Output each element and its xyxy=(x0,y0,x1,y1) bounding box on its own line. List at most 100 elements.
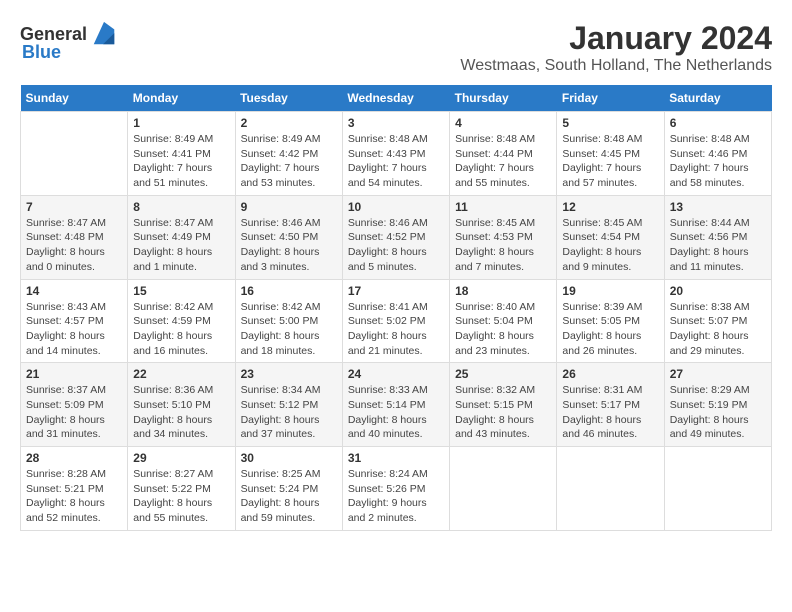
calendar-cell: 15 Sunrise: 8:42 AM Sunset: 4:59 PM Dayli… xyxy=(128,279,235,363)
calendar-cell: 25 Sunrise: 8:32 AM Sunset: 5:15 PM Dayli… xyxy=(450,363,557,447)
week-row-4: 21 Sunrise: 8:37 AM Sunset: 5:09 PM Dayli… xyxy=(21,363,772,447)
calendar-cell: 11 Sunrise: 8:45 AM Sunset: 4:53 PM Dayli… xyxy=(450,195,557,279)
calendar-cell: 28 Sunrise: 8:28 AM Sunset: 5:21 PM Dayli… xyxy=(21,447,128,531)
day-number: 1 xyxy=(133,116,229,130)
calendar-cell xyxy=(664,447,771,531)
calendar-cell: 16 Sunrise: 8:42 AM Sunset: 5:00 PM Dayli… xyxy=(235,279,342,363)
day-info: Sunrise: 8:24 AM Sunset: 5:26 PM Dayligh… xyxy=(348,467,444,526)
day-info: Sunrise: 8:36 AM Sunset: 5:10 PM Dayligh… xyxy=(133,383,229,442)
calendar-cell: 31 Sunrise: 8:24 AM Sunset: 5:26 PM Dayli… xyxy=(342,447,449,531)
calendar-cell: 27 Sunrise: 8:29 AM Sunset: 5:19 PM Dayli… xyxy=(664,363,771,447)
day-info: Sunrise: 8:37 AM Sunset: 5:09 PM Dayligh… xyxy=(26,383,122,442)
calendar-cell: 29Sunrise: 8:27 AM Sunset: 5:22 PM Dayli… xyxy=(128,447,235,531)
day-number: 11 xyxy=(455,200,551,214)
day-info: Sunrise: 8:42 AM Sunset: 5:00 PM Dayligh… xyxy=(241,300,337,359)
day-info: Sunrise: 8:27 AM Sunset: 5:22 PM Dayligh… xyxy=(133,467,229,526)
day-number: 22 xyxy=(133,367,229,381)
day-number: 21 xyxy=(26,367,122,381)
day-info: Sunrise: 8:39 AM Sunset: 5:05 PM Dayligh… xyxy=(562,300,658,359)
day-info: Sunrise: 8:45 AM Sunset: 4:53 PM Dayligh… xyxy=(455,216,551,275)
day-number: 28 xyxy=(26,451,122,465)
main-title: January 2024 xyxy=(460,20,772,57)
calendar-cell: 4 Sunrise: 8:48 AM Sunset: 4:44 PM Daylig… xyxy=(450,112,557,196)
col-header-tuesday: Tuesday xyxy=(235,85,342,112)
logo-blue-text: Blue xyxy=(22,42,61,63)
day-number: 31 xyxy=(348,451,444,465)
calendar-cell: 9 Sunrise: 8:46 AM Sunset: 4:50 PM Daylig… xyxy=(235,195,342,279)
col-header-wednesday: Wednesday xyxy=(342,85,449,112)
day-info: Sunrise: 8:46 AM Sunset: 4:50 PM Dayligh… xyxy=(241,216,337,275)
day-info: Sunrise: 8:44 AM Sunset: 4:56 PM Dayligh… xyxy=(670,216,766,275)
calendar-cell: 7 Sunrise: 8:47 AM Sunset: 4:48 PM Daylig… xyxy=(21,195,128,279)
day-info: Sunrise: 8:42 AM Sunset: 4:59 PM Dayligh… xyxy=(133,300,229,359)
calendar-cell: 12 Sunrise: 8:45 AM Sunset: 4:54 PM Dayli… xyxy=(557,195,664,279)
day-number: 15 xyxy=(133,284,229,298)
col-header-thursday: Thursday xyxy=(450,85,557,112)
day-number: 7 xyxy=(26,200,122,214)
calendar-cell: 2 Sunrise: 8:49 AM Sunset: 4:42 PM Daylig… xyxy=(235,112,342,196)
day-info: Sunrise: 8:32 AM Sunset: 5:15 PM Dayligh… xyxy=(455,383,551,442)
calendar-cell: 10Sunrise: 8:46 AM Sunset: 4:52 PM Dayli… xyxy=(342,195,449,279)
calendar-cell: 23 Sunrise: 8:34 AM Sunset: 5:12 PM Dayli… xyxy=(235,363,342,447)
day-number: 5 xyxy=(562,116,658,130)
calendar-cell xyxy=(450,447,557,531)
col-header-sunday: Sunday xyxy=(21,85,128,112)
day-number: 12 xyxy=(562,200,658,214)
day-number: 4 xyxy=(455,116,551,130)
week-row-1: 1 Sunrise: 8:49 AM Sunset: 4:41 PM Daylig… xyxy=(21,112,772,196)
calendar-cell: 17 Sunrise: 8:41 AM Sunset: 5:02 PM Dayli… xyxy=(342,279,449,363)
day-info: Sunrise: 8:48 AM Sunset: 4:45 PM Dayligh… xyxy=(562,132,658,191)
day-info: Sunrise: 8:40 AM Sunset: 5:04 PM Dayligh… xyxy=(455,300,551,359)
day-number: 26 xyxy=(562,367,658,381)
day-number: 24 xyxy=(348,367,444,381)
day-number: 17 xyxy=(348,284,444,298)
day-info: Sunrise: 8:28 AM Sunset: 5:21 PM Dayligh… xyxy=(26,467,122,526)
day-info: Sunrise: 8:48 AM Sunset: 4:43 PM Dayligh… xyxy=(348,132,444,191)
calendar-cell: 21 Sunrise: 8:37 AM Sunset: 5:09 PM Dayli… xyxy=(21,363,128,447)
calendar-cell: 1 Sunrise: 8:49 AM Sunset: 4:41 PM Daylig… xyxy=(128,112,235,196)
day-number: 23 xyxy=(241,367,337,381)
day-info: Sunrise: 8:48 AM Sunset: 4:46 PM Dayligh… xyxy=(670,132,766,191)
day-number: 27 xyxy=(670,367,766,381)
day-info: Sunrise: 8:41 AM Sunset: 5:02 PM Dayligh… xyxy=(348,300,444,359)
day-number: 3 xyxy=(348,116,444,130)
calendar-cell: 22 Sunrise: 8:36 AM Sunset: 5:10 PM Dayli… xyxy=(128,363,235,447)
day-info: Sunrise: 8:49 AM Sunset: 4:41 PM Dayligh… xyxy=(133,132,229,191)
week-row-3: 14Sunrise: 8:43 AM Sunset: 4:57 PM Dayli… xyxy=(21,279,772,363)
calendar-header-row: SundayMondayTuesdayWednesdayThursdayFrid… xyxy=(21,85,772,112)
day-number: 2 xyxy=(241,116,337,130)
title-block: January 2024 Westmaas, South Holland, Th… xyxy=(460,20,772,75)
day-number: 16 xyxy=(241,284,337,298)
subtitle: Westmaas, South Holland, The Netherlands xyxy=(460,57,772,75)
day-info: Sunrise: 8:29 AM Sunset: 5:19 PM Dayligh… xyxy=(670,383,766,442)
day-info: Sunrise: 8:43 AM Sunset: 4:57 PM Dayligh… xyxy=(26,300,122,359)
day-info: Sunrise: 8:47 AM Sunset: 4:48 PM Dayligh… xyxy=(26,216,122,275)
day-info: Sunrise: 8:25 AM Sunset: 5:24 PM Dayligh… xyxy=(241,467,337,526)
week-row-5: 28 Sunrise: 8:28 AM Sunset: 5:21 PM Dayli… xyxy=(21,447,772,531)
day-number: 6 xyxy=(670,116,766,130)
col-header-monday: Monday xyxy=(128,85,235,112)
day-number: 9 xyxy=(241,200,337,214)
calendar-cell xyxy=(21,112,128,196)
day-info: Sunrise: 8:45 AM Sunset: 4:54 PM Dayligh… xyxy=(562,216,658,275)
day-info: Sunrise: 8:48 AM Sunset: 4:44 PM Dayligh… xyxy=(455,132,551,191)
day-number: 20 xyxy=(670,284,766,298)
page-header: General Blue January 2024 Westmaas, Sout… xyxy=(20,20,772,75)
calendar-table: SundayMondayTuesdayWednesdayThursdayFrid… xyxy=(20,85,772,531)
day-info: Sunrise: 8:49 AM Sunset: 4:42 PM Dayligh… xyxy=(241,132,337,191)
day-number: 30 xyxy=(241,451,337,465)
calendar-cell: 20Sunrise: 8:38 AM Sunset: 5:07 PM Dayli… xyxy=(664,279,771,363)
calendar-cell: 18Sunrise: 8:40 AM Sunset: 5:04 PM Dayli… xyxy=(450,279,557,363)
calendar-cell: 30 Sunrise: 8:25 AM Sunset: 5:24 PM Dayli… xyxy=(235,447,342,531)
day-info: Sunrise: 8:31 AM Sunset: 5:17 PM Dayligh… xyxy=(562,383,658,442)
calendar-cell: 24Sunrise: 8:33 AM Sunset: 5:14 PM Dayli… xyxy=(342,363,449,447)
day-number: 19 xyxy=(562,284,658,298)
calendar-cell: 13 Sunrise: 8:44 AM Sunset: 4:56 PM Dayli… xyxy=(664,195,771,279)
calendar-cell xyxy=(557,447,664,531)
calendar-cell: 26 Sunrise: 8:31 AM Sunset: 5:17 PM Dayli… xyxy=(557,363,664,447)
day-number: 25 xyxy=(455,367,551,381)
day-number: 8 xyxy=(133,200,229,214)
day-number: 13 xyxy=(670,200,766,214)
logo-icon xyxy=(90,20,118,48)
day-info: Sunrise: 8:34 AM Sunset: 5:12 PM Dayligh… xyxy=(241,383,337,442)
